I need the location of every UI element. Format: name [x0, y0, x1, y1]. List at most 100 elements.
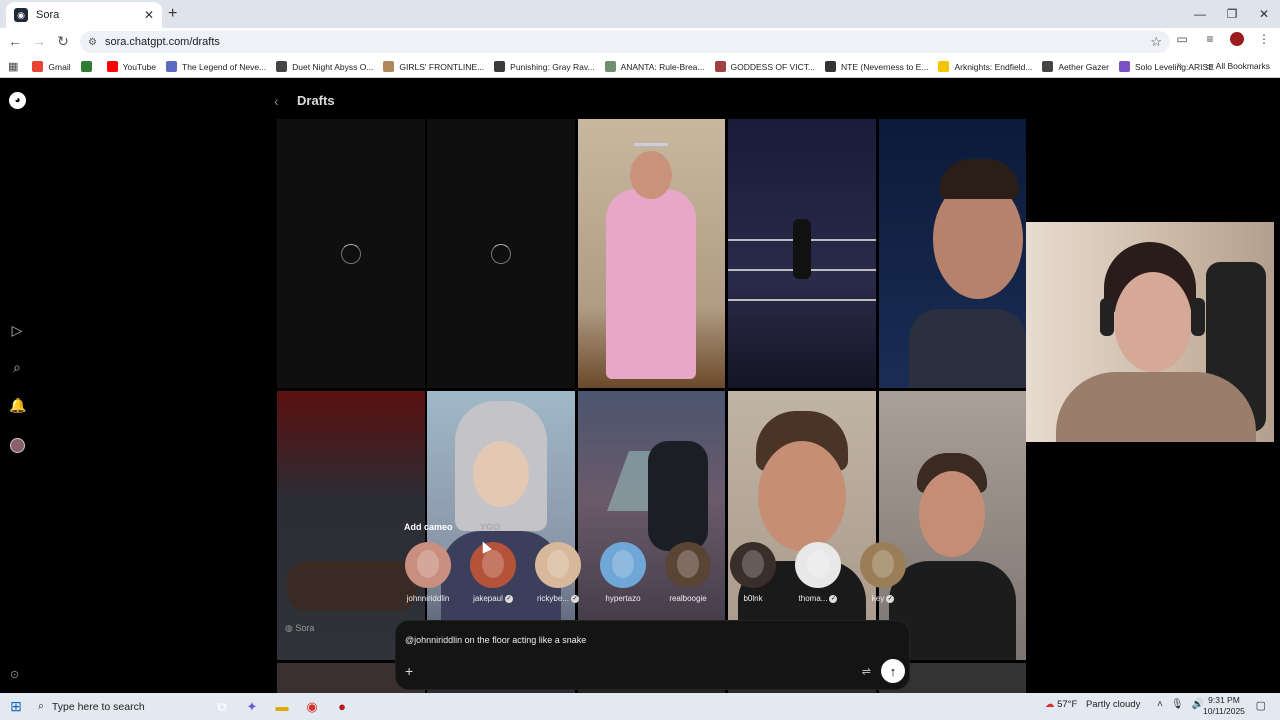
close-window-button[interactable]: ✕ — [1248, 0, 1280, 28]
cameo-name: realboogie — [655, 594, 721, 603]
bookmark-label: Solo Leveling:ARISE — [1134, 61, 1214, 72]
bookmark-item[interactable]: The Legend of Neve... — [166, 61, 266, 72]
send-button[interactable]: ↑ — [881, 659, 905, 683]
search-icon[interactable]: ⌕ — [9, 359, 25, 376]
all-bookmarks[interactable]: ▭ All Bookmarks — [1206, 61, 1270, 72]
hair — [939, 159, 1019, 199]
bookmark-item[interactable] — [80, 61, 97, 72]
clock[interactable]: 9:31 PM 10/11/2025 — [1203, 695, 1245, 717]
headphones — [1100, 298, 1114, 336]
new-tab-button[interactable]: + — [168, 5, 177, 23]
play-icon[interactable]: ▷ — [9, 322, 25, 339]
bell-icon[interactable]: 🔔 — [9, 397, 26, 414]
menu-icon[interactable]: ⋮ — [1256, 32, 1272, 46]
bookmark-item[interactable]: GODDESS OF VICT... — [714, 61, 815, 72]
address-bar[interactable]: ⚙ sora.chatgpt.com/drafts ☆ — [80, 31, 1170, 53]
verified-badge-icon: ✓ — [886, 594, 895, 603]
bookmark-item[interactable]: ANANTA: Rule-Brea... — [604, 61, 705, 72]
cameo-avatar — [405, 542, 451, 588]
cameo-avatar — [860, 542, 906, 588]
cameo-option[interactable]: realboogie — [655, 542, 721, 603]
bookmark-item[interactable]: Gmail — [32, 61, 71, 72]
prompt-input[interactable]: @johnniriddlin on the floor acting like … — [405, 635, 586, 645]
reload-icon[interactable]: ↻ — [54, 33, 72, 50]
page-title: Drafts — [297, 93, 335, 108]
cameo-group-label[interactable]: YGO — [480, 522, 500, 532]
browser-tab[interactable]: ◉ Sora ✕ — [6, 2, 162, 28]
bookmark-star-icon[interactable]: ☆ — [1150, 34, 1162, 50]
restore-button[interactable]: ❐ — [1216, 0, 1248, 28]
draft-tile-video[interactable] — [728, 119, 876, 388]
ring-rope — [728, 299, 876, 301]
windows-taskbar: ⊞ ⌕ Type here to search ⧉ ✦ ▬ ◉ ● ☁ 57°F… — [0, 693, 1280, 720]
draft-tile-loading[interactable] — [277, 119, 425, 388]
bookmark-item[interactable]: Punishing: Gray Rav... — [494, 61, 595, 72]
verified-badge-icon: ✓ — [829, 594, 838, 603]
cameo-option[interactable]: johnniriddlin — [395, 542, 461, 603]
bookmark-label: ANANTA: Rule-Brea... — [620, 61, 705, 72]
bookmark-label: GIRLS' FRONTLINE... — [399, 61, 485, 72]
cameo-avatar — [600, 542, 646, 588]
bookmark-item[interactable]: YouTube — [106, 61, 157, 72]
file-explorer-icon[interactable]: ▬ — [267, 699, 297, 714]
draft-tile-video[interactable] — [578, 119, 725, 388]
bookmark-item[interactable]: Solo Leveling:ARISE — [1118, 61, 1214, 72]
cast-icon[interactable]: ▭ — [1174, 32, 1190, 46]
minimize-button[interactable]: — — [1184, 0, 1216, 28]
settings-sliders-icon[interactable]: ⇌ — [862, 665, 871, 678]
microphone-icon[interactable]: 🎙 — [1171, 699, 1184, 710]
cameo-avatar — [795, 542, 841, 588]
media-icon[interactable]: ≡ — [1202, 32, 1218, 46]
cameo-avatar — [535, 542, 581, 588]
cameo-option[interactable]: thoma... ✓ — [785, 542, 851, 603]
back-chevron-icon[interactable]: ‹ — [274, 93, 279, 109]
bookmark-item[interactable]: NTE (Neverness to E... — [825, 61, 928, 72]
cameo-option[interactable]: rickybe... ✓ — [525, 542, 591, 603]
draft-tile-video[interactable] — [879, 119, 1026, 388]
bookmark-favicon-icon — [825, 61, 837, 72]
chevron-up-icon[interactable]: ˄ — [1157, 699, 1163, 710]
copilot-icon[interactable]: ✦ — [237, 699, 267, 715]
bookmark-label: YouTube — [122, 61, 157, 72]
profile-avatar[interactable] — [1230, 32, 1244, 46]
bookmark-label: Punishing: Gray Rav... — [510, 61, 595, 72]
app-icon[interactable]: ● — [327, 699, 357, 714]
close-tab-icon[interactable]: ✕ — [144, 8, 154, 22]
bookmark-favicon-icon — [938, 61, 950, 72]
cameo-option[interactable]: hypertazo — [590, 542, 656, 603]
all-bookmarks-label: All Bookmarks — [1215, 61, 1270, 71]
cameo-username: rickybe... — [536, 594, 569, 603]
cameo-option[interactable]: jakepaul ✓ — [460, 542, 526, 603]
draft-tile-loading[interactable] — [427, 119, 575, 388]
forward-arrow-icon[interactable]: → — [30, 33, 48, 49]
add-attachment-icon[interactable]: + — [405, 663, 413, 679]
site-info-icon[interactable]: ⚙ — [88, 37, 97, 48]
apps-grid-icon[interactable]: ▦ — [8, 60, 18, 73]
more-bookmarks-icon[interactable]: » — [1176, 60, 1182, 71]
chrome-icon[interactable]: ◉ — [297, 699, 327, 715]
taskbar-search[interactable]: ⌕ Type here to search — [32, 693, 172, 720]
cameo-option[interactable]: key ✓ — [850, 542, 916, 603]
cameo-option[interactable]: b0lnk — [720, 542, 786, 603]
task-view-icon[interactable]: ⧉ — [207, 699, 237, 715]
back-arrow-icon[interactable]: ← — [6, 33, 24, 49]
bookmark-item[interactable]: Arknights: Endfield... — [938, 61, 1032, 72]
bookmark-item[interactable]: Duet Night Abyss O... — [276, 61, 373, 72]
bookmark-item[interactable]: GIRLS' FRONTLINE... — [383, 61, 484, 72]
weather-widget[interactable]: ☁ 57°F Partly cloudy — [1045, 699, 1140, 710]
avatar-face — [547, 550, 569, 578]
browser-toolbar: ← → ↻ ⚙ sora.chatgpt.com/drafts ☆ ▭ ≡ ⋮ — [0, 28, 1280, 56]
user-avatar[interactable] — [10, 438, 25, 453]
notifications-icon[interactable]: ▢ — [1256, 699, 1266, 712]
avatar-face — [612, 550, 634, 578]
more-options-icon[interactable]: ⊙ — [10, 668, 19, 681]
bookmark-favicon-icon — [714, 61, 726, 72]
windows-start-icon[interactable]: ⊞ — [0, 698, 32, 715]
cameo-name: key ✓ — [850, 594, 916, 603]
prompt-composer[interactable]: @johnniriddlin on the floor acting like … — [395, 620, 910, 690]
sora-logo-icon[interactable]: ◕ — [9, 92, 26, 109]
bookmark-label: Gmail — [48, 61, 71, 72]
taskbar-search-placeholder: Type here to search — [51, 700, 145, 713]
bookmark-item[interactable]: Aether Gazer — [1042, 61, 1109, 72]
cameo-username: hypertazo — [605, 594, 641, 603]
